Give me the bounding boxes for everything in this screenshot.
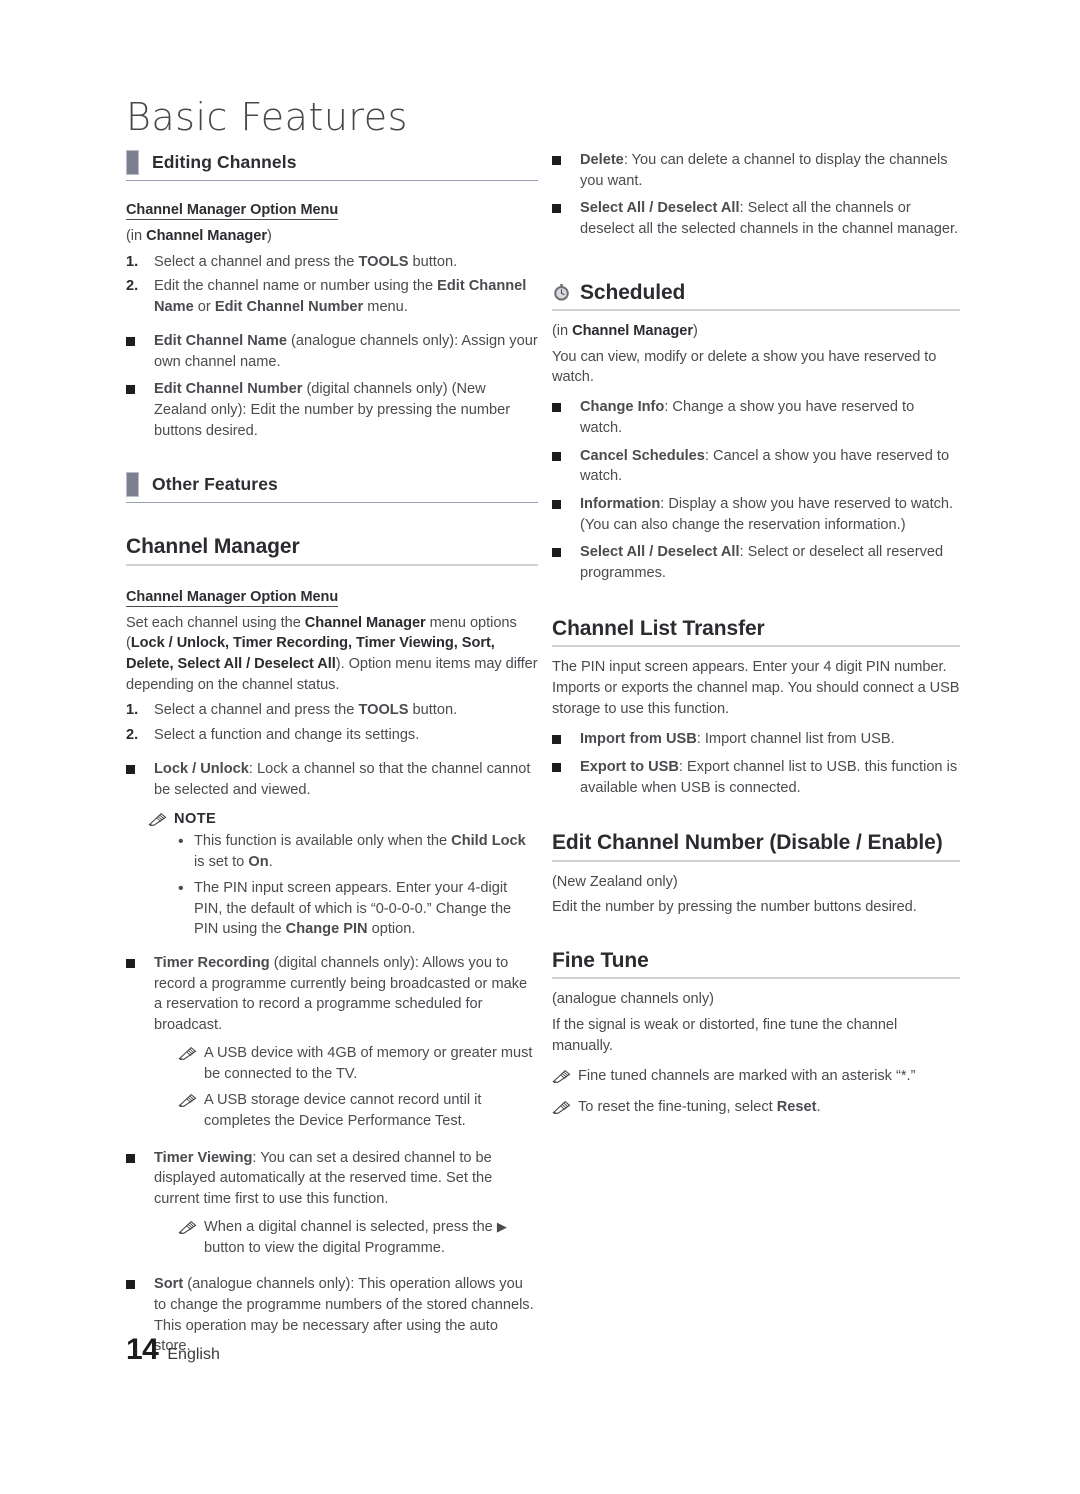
heading-scheduled: Scheduled (552, 280, 960, 312)
list-item-bullet-export-to-usb: Export to USB: Export channel list to US… (552, 757, 960, 798)
dot-bullet-icon: • (178, 833, 184, 851)
channel-manager-intro: Set each channel using the Channel Manag… (126, 614, 538, 693)
pencil-icon (148, 812, 167, 827)
square-bullet-icon (126, 953, 154, 1036)
pencil-note: A USB device with 4GB of memory or great… (178, 1043, 538, 1084)
list-item-bullet-timer-viewing: Timer Viewing: You can set a desired cha… (126, 1148, 538, 1210)
list-item-bullet-timer-recording: Timer Recording (digital channels only):… (126, 953, 538, 1036)
pencil-icon (178, 1090, 204, 1131)
list-item-step: 2. Edit the channel name or number using… (126, 278, 527, 316)
note-heading: NOTE (148, 811, 538, 827)
edit-channel-number-region: (New Zealand only) (552, 873, 678, 890)
square-bullet-icon (552, 198, 580, 239)
list-item-step: 2. Select a function and change its sett… (126, 727, 420, 744)
heading-fine-tune: Fine Tune (552, 949, 960, 980)
section-heading-label: Editing Channels (152, 152, 297, 172)
in-channel-manager-line-1: (in Channel Manager) (126, 228, 272, 244)
right-arrow-icon: ▶ (496, 1218, 507, 1234)
left-column: Editing Channels Channel Manager Option … (126, 150, 538, 1364)
list-item-bullet-lock-unlock: Lock / Unlock: Lock a channel so that th… (126, 759, 538, 800)
list-item-bullet: Edit Channel Number (digital channels on… (126, 379, 538, 441)
list-item-bullet: Edit Channel Name (analogue channels onl… (126, 331, 538, 372)
heading-edit-channel-number: Edit Channel Number (Disable / Enable) (552, 831, 960, 862)
square-bullet-icon (552, 729, 580, 750)
pencil-note: A USB storage device cannot record until… (178, 1090, 538, 1131)
section-heading-other-features: Other Features (126, 472, 538, 504)
square-bullet-icon (126, 331, 154, 372)
page-language: English (167, 1346, 220, 1363)
dot-bullet-icon: • (178, 879, 184, 897)
square-bullet-icon (126, 759, 154, 800)
manual-page: Basic Features Editing Channels Channel … (0, 0, 1080, 1494)
page-title: Basic Features (126, 95, 408, 139)
pencil-icon (552, 1066, 578, 1091)
pencil-note: To reset the fine-tuning, select Reset. (552, 1097, 960, 1122)
pencil-icon (178, 1043, 204, 1084)
section-bar-icon (126, 150, 139, 175)
list-item-bullet-delete: Delete: You can delete a channel to disp… (552, 150, 960, 191)
list-item-bullet-select-deselect-all: Select All / Deselect All: Select or des… (552, 542, 960, 583)
edit-channel-number-intro: Edit the number by pressing the number b… (552, 899, 917, 916)
list-item-bullet-change-info: Change Info: Change a show you have rese… (552, 397, 960, 438)
square-bullet-icon (126, 1148, 154, 1210)
stopwatch-icon (552, 283, 571, 302)
channel-list-transfer-intro: The PIN input screen appears. Enter your… (552, 659, 960, 717)
subheading-channel-manager-option-menu-1: Channel Manager Option Menu (126, 202, 339, 220)
fine-tune-region: (analogue channels only) (552, 991, 714, 1008)
section-bar-icon (126, 472, 139, 498)
list-item-bullet-select-all: Select All / Deselect All: Select all th… (552, 198, 960, 239)
square-bullet-icon (552, 446, 580, 487)
page-footer: 14 English (126, 1333, 220, 1367)
heading-channel-list-transfer: Channel List Transfer (552, 617, 960, 648)
square-bullet-icon (552, 397, 580, 438)
section-heading-label: Other Features (152, 474, 278, 495)
subheading-channel-manager-option-menu-2: Channel Manager Option Menu (126, 588, 339, 607)
list-item-bullet-cancel-schedules: Cancel Schedules: Cancel a show you have… (552, 446, 960, 487)
scheduled-intro: You can view, modify or delete a show yo… (552, 348, 937, 386)
right-column: Delete: You can delete a channel to disp… (552, 150, 960, 1128)
list-item-step: 1. Select a channel and press the TOOLS … (126, 253, 458, 270)
square-bullet-icon (552, 542, 580, 583)
in-channel-manager-line-2: (in Channel Manager) (552, 323, 698, 340)
square-bullet-icon (552, 494, 580, 535)
note-bullet: • This function is available only when t… (178, 831, 538, 872)
square-bullet-icon (552, 757, 580, 798)
list-item-bullet-import-from-usb: Import from USB: Import channel list fro… (552, 729, 960, 750)
pencil-note: When a digital channel is selected, pres… (178, 1217, 538, 1258)
note-bullet: • The PIN input screen appears. Enter yo… (178, 878, 538, 940)
note-label: NOTE (174, 811, 217, 828)
pencil-note: Fine tuned channels are marked with an a… (552, 1066, 960, 1091)
pencil-icon (552, 1097, 578, 1122)
square-bullet-icon (552, 150, 580, 191)
fine-tune-intro: If the signal is weak or distorted, fine… (552, 1016, 898, 1054)
heading-channel-manager: Channel Manager (126, 535, 538, 566)
pencil-icon (178, 1217, 204, 1258)
heading-label: Scheduled (580, 280, 686, 304)
list-item-bullet-information: Information: Display a show you have res… (552, 494, 960, 535)
list-item-step: 1. Select a channel and press the TOOLS … (126, 702, 458, 719)
page-number: 14 (126, 1333, 159, 1366)
square-bullet-icon (126, 379, 154, 441)
section-heading-editing-channels: Editing Channels (126, 150, 538, 181)
